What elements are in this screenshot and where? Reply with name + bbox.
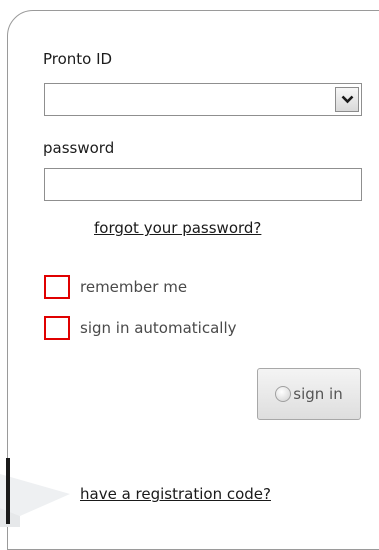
- pronto-id-label: Pronto ID: [43, 50, 113, 68]
- sign-in-button[interactable]: sign in: [257, 368, 361, 420]
- chevron-down-icon: [341, 95, 353, 104]
- pronto-id-select[interactable]: [44, 83, 362, 116]
- graduation-cap-icon: [0, 458, 70, 527]
- remember-me-label: remember me: [80, 278, 188, 296]
- registration-code-link[interactable]: have a registration code?: [80, 485, 271, 503]
- sign-in-automatically-label: sign in automatically: [80, 319, 237, 337]
- remember-me-checkbox[interactable]: [44, 275, 70, 299]
- sign-in-label: sign in: [293, 385, 343, 403]
- radio-circle-icon: [275, 386, 292, 402]
- password-field[interactable]: [44, 168, 362, 201]
- forgot-password-link[interactable]: forgot your password?: [94, 219, 261, 237]
- sign-in-automatically-checkbox[interactable]: [44, 316, 70, 340]
- dropdown-button[interactable]: [335, 87, 359, 112]
- password-label: password: [43, 139, 115, 157]
